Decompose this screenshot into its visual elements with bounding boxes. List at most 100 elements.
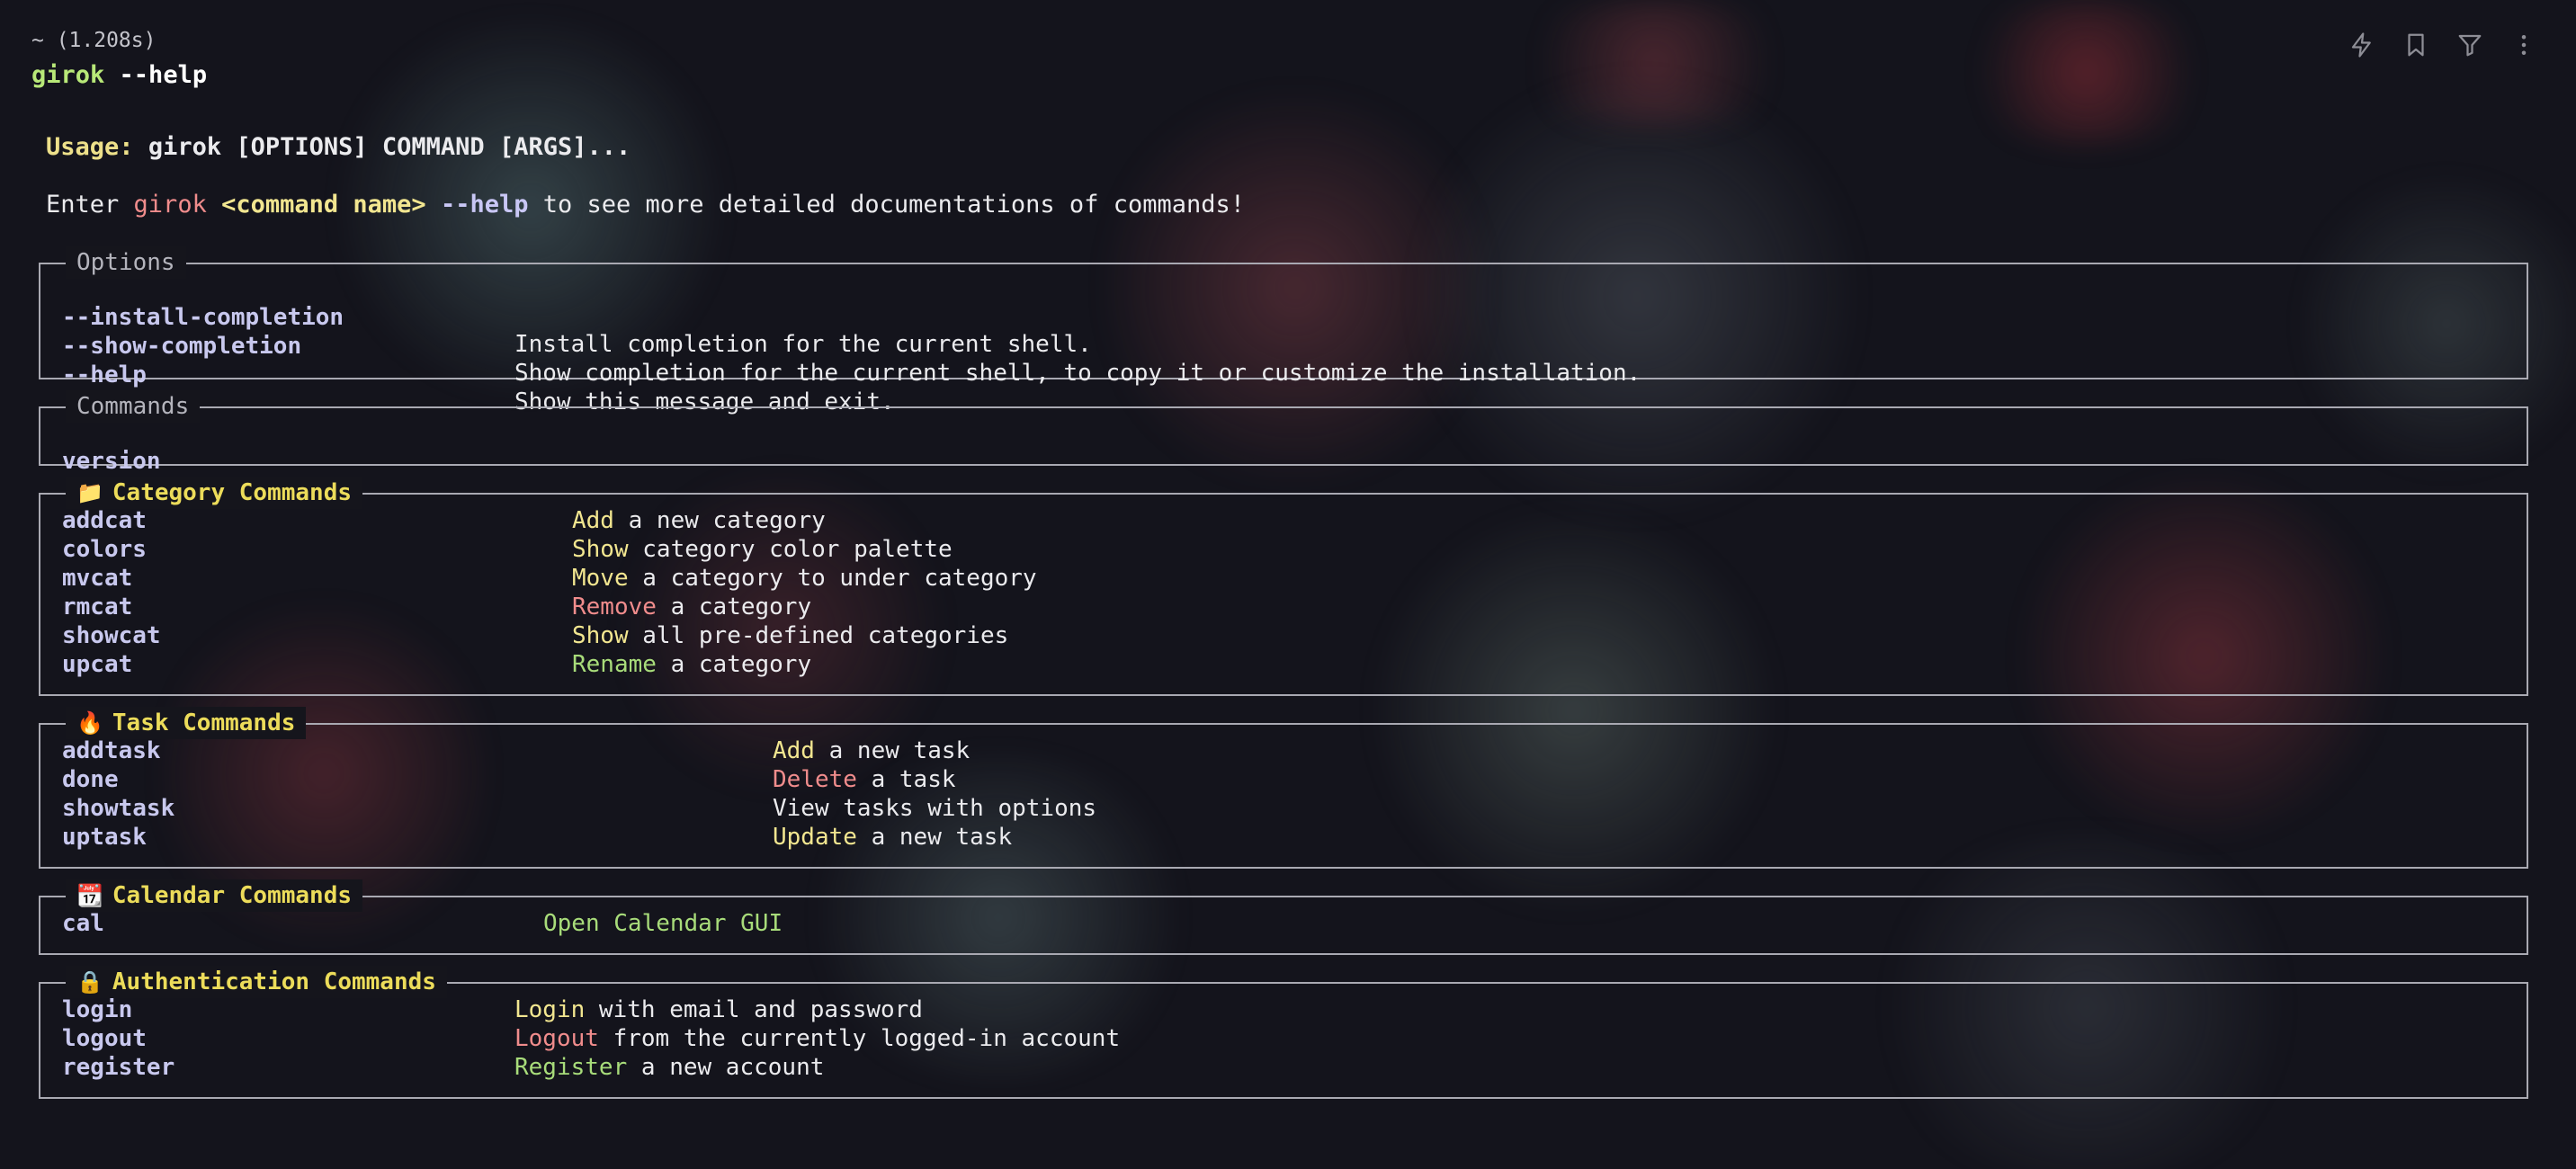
calendar-commands-panel: 📆 Calendar Commands cal Open Calendar GUI [39,879,2528,955]
command-key: cal [62,910,104,937]
command-argument: --help [119,61,208,89]
command-line[interactable]: girok --help [31,61,207,89]
command-desc: Update a new task [773,824,1012,851]
command-desc: Open Calendar GUI [543,910,783,937]
usage-text: girok [OPTIONS] COMMAND [ARGS]... [148,133,631,161]
category-panel-title: 📁 Category Commands [66,477,362,509]
options-panel-title: Options [66,246,186,279]
calendar-panel-title: 📆 Calendar Commands [66,879,362,912]
command-row: version [62,421,161,475]
command-desc-rest: category color palette [628,536,953,563]
command-desc: Add a new category [572,507,826,534]
command-key: register [62,1054,175,1081]
command-key: done [62,766,119,793]
command-desc-rest: a new task [814,737,970,764]
command-verb: Logout [514,1025,599,1052]
command-timing: ~ (1.208s) [31,29,157,52]
folder-icon: 📁 [76,480,103,505]
command-verb: Rename [572,651,657,678]
command-verb: Login [514,996,586,1023]
command-verb: Add [572,507,614,534]
command-desc: Register a new account [514,1054,824,1081]
command-desc-rest: a new task [856,824,1013,851]
command-desc: Login with email and password [514,996,923,1023]
task-panel-title-text: Task Commands [112,709,296,736]
command-key: upcat [62,651,133,678]
category-panel-title-text: Category Commands [112,479,352,506]
command-verb: Update [773,824,857,851]
enter-app-name: girok [133,191,207,219]
command-desc-rest: a new account [627,1054,825,1081]
auth-panel-title: 🔒 Authentication Commands [66,966,447,998]
enter-hint-line: Enter girok <command name> --help to see… [46,191,1245,219]
command-key: addcat [62,507,147,534]
command-key: rmcat [62,593,133,620]
command-key: addtask [62,737,161,764]
command-desc-rest: a category [656,651,812,678]
option-desc: Show completion for the current shell, t… [514,360,1641,387]
calendar-icon: 📆 [76,883,103,908]
command-desc-rest: a category to under category [628,565,1037,592]
command-verb: Open Calendar GUI [543,910,783,937]
command-desc: View tasks with options [773,795,1096,822]
command-name: girok [31,61,105,89]
command-desc-rest: all pre-defined categories [628,622,1009,649]
command-key: showtask [62,795,175,822]
terminal-output: ~ (1.208s) girok --help Usage: girok [OP… [0,0,2576,1169]
usage-label: Usage: [46,133,134,161]
command-desc: Rename a category [572,651,811,678]
command-verb: View [773,795,829,822]
fire-icon: 🔥 [76,710,103,736]
task-commands-panel: 🔥 Task Commands addtask Add a new task don… [39,707,2528,869]
option-row: --help Show this message and exit. [62,335,895,415]
command-key: mvcat [62,565,133,592]
lock-icon: 🔒 [76,969,103,995]
more-vertical-icon[interactable] [2508,29,2540,61]
option-row: --show-completion Show completion for th… [62,306,1641,387]
command-desc-rest: a category [656,593,812,620]
option-row: --install-completion Install completion … [62,277,1092,358]
command-verb: Register [514,1054,628,1081]
command-desc: Remove a category [572,593,811,620]
command-desc-rest: a new category [613,507,826,534]
command-desc: Show all pre-defined categories [572,622,1008,649]
auth-commands-panel: 🔒 Authentication Commands login Login with… [39,966,2528,1099]
bookmark-icon[interactable] [2400,29,2432,61]
command-desc-rest: with email and password [585,996,923,1023]
command-key: login [62,996,133,1023]
command-key: showcat [62,622,161,649]
options-panel: Options --install-completion Install com… [39,246,2528,415]
command-desc-rest: from the currently logged-in account [598,1025,1121,1052]
auth-panel-title-text: Authentication Commands [112,968,436,995]
enter-prefix: Enter [46,191,134,219]
enter-placeholder: <command name> [221,191,426,219]
filter-icon[interactable] [2454,29,2486,61]
command-desc: Logout from the currently logged-in acco… [514,1025,1120,1052]
commands-panel-title: Commands [66,390,201,423]
command-verb: Delete [773,766,857,793]
enter-flag: --help [440,191,529,219]
commands-panel: Commands version [39,390,2528,475]
command-desc: Show category color palette [572,536,953,563]
command-verb: Show [572,622,629,649]
enter-suffix: to see more detailed documentations of c… [528,191,1245,219]
command-key: version [62,448,161,475]
task-panel-title: 🔥 Task Commands [66,707,307,739]
calendar-panel-title-text: Calendar Commands [112,882,352,909]
option-key: --help [62,361,147,388]
command-verb: Remove [572,593,657,620]
usage-line: Usage: girok [OPTIONS] COMMAND [ARGS]... [46,133,631,161]
lightning-icon[interactable] [2346,29,2378,61]
command-key: colors [62,536,147,563]
command-desc-rest: tasks with options [828,795,1097,822]
command-verb: Move [572,565,629,592]
command-verb: Show [572,536,629,563]
command-verb: Add [773,737,815,764]
command-desc: Move a category to under category [572,565,1037,592]
option-desc: Install completion for the current shell… [514,331,1092,358]
command-desc: Add a new task [773,737,970,764]
block-toolbar [2346,29,2540,61]
command-key: uptask [62,824,147,851]
command-desc: Delete a task [773,766,956,793]
category-commands-panel: 📁 Category Commands addcat Add a new categ… [39,477,2528,696]
